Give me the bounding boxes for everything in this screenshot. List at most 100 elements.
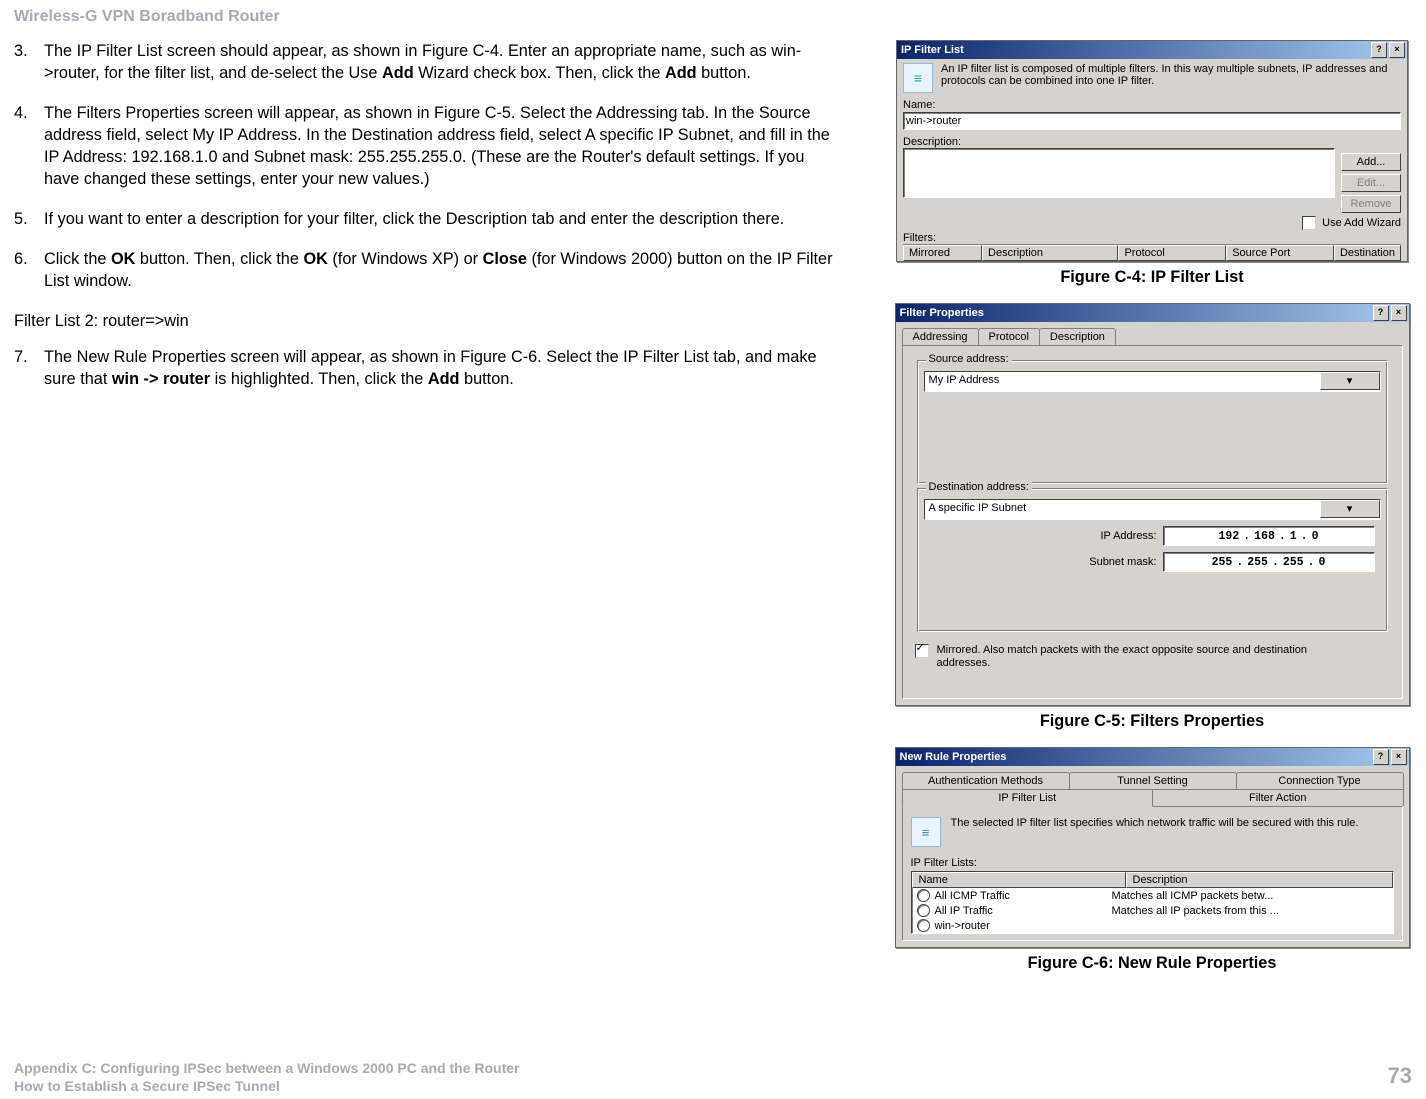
step7-c: button. — [460, 370, 514, 388]
source-address-value: My IP Address — [925, 372, 1320, 391]
filter-list-2-heading: Filter List 2: router=>win — [14, 310, 844, 332]
footer-text: Appendix C: Configuring IPSec between a … — [14, 1060, 520, 1095]
step3-text-b: Wizard check box. Then, click the — [414, 64, 665, 82]
use-add-wizard-checkbox[interactable] — [1302, 216, 1316, 230]
caption-c6: Figure C-6: New Rule Properties — [1028, 954, 1277, 973]
mask-octet-3: 255 — [1281, 556, 1306, 569]
page-number: 73 — [1388, 1063, 1412, 1089]
ip-filter-lists-label: IP Filter Lists: — [911, 857, 1394, 869]
fig-c5-title: Filter Properties — [900, 307, 984, 319]
step7-add: Add — [428, 370, 460, 388]
ip-filter-lists-table: Name Description All ICMP Traffic Matche… — [911, 871, 1394, 934]
row-0-name: All ICMP Traffic — [935, 890, 1010, 902]
tab-tunnel-setting[interactable]: Tunnel Setting — [1069, 772, 1237, 789]
subnet-mask-input[interactable]: 255. 255. 255. 0 — [1163, 552, 1375, 572]
row-0-desc: Matches all ICMP packets betw... — [1112, 890, 1393, 902]
step6-close: Close — [483, 250, 527, 268]
step6-ok-1: OK — [111, 250, 135, 268]
ip-address-label: IP Address: — [1100, 530, 1156, 542]
name-label: Name: — [903, 99, 1401, 111]
footer-line-1: Appendix C: Configuring IPSec between a … — [14, 1060, 520, 1078]
tab-ip-filter-list[interactable]: IP Filter List — [902, 789, 1154, 807]
chevron-down-icon[interactable]: ▾ — [1320, 372, 1380, 390]
figure-c5-window: Filter Properties ? × Addressing Protoco… — [895, 303, 1410, 706]
close-icon[interactable]: × — [1389, 42, 1405, 58]
running-header: Wireless-G VPN Boradband Router — [14, 8, 280, 26]
filter-name-input[interactable] — [903, 112, 1401, 130]
list-item[interactable]: All IP Traffic Matches all IP packets fr… — [912, 903, 1393, 918]
add-button[interactable]: Add... — [1341, 153, 1401, 171]
tab-connection-type[interactable]: Connection Type — [1236, 772, 1404, 789]
figure-c6-window: New Rule Properties ? × Authentication M… — [895, 747, 1410, 948]
step7-b: is highlighted. Then, click the — [210, 370, 428, 388]
use-add-wizard-label: Use Add Wizard — [1322, 217, 1401, 229]
filter-list-icon: ≡ — [903, 63, 933, 93]
row-1-desc: Matches all IP packets from this ... — [1112, 905, 1393, 917]
figures-column: IP Filter List ? × ≡ An IP filter list i… — [892, 40, 1412, 989]
row-2-name: win->router — [935, 920, 990, 932]
footer-line-2: How to Establish a Secure IPSec Tunnel — [14, 1078, 520, 1096]
row-1-name: All IP Traffic — [935, 905, 993, 917]
mirrored-label: Mirrored. Also match packets with the ex… — [937, 644, 1357, 670]
tab-protocol[interactable]: Protocol — [978, 328, 1040, 345]
ip-octet-2: 168 — [1252, 530, 1277, 543]
fig-c6-intro: The selected IP filter list specifies wh… — [951, 817, 1394, 829]
col-name[interactable]: Name — [912, 872, 1126, 888]
step6-b: button. Then, click the — [135, 250, 303, 268]
step6-a: Click the — [44, 250, 111, 268]
chevron-down-icon[interactable]: ▾ — [1320, 500, 1380, 518]
fig-c4-intro: An IP filter list is composed of multipl… — [941, 63, 1401, 87]
caption-c4: Figure C-4: IP Filter List — [1060, 268, 1243, 287]
help-button-icon[interactable]: ? — [1371, 42, 1387, 58]
filters-header-row: Mirrored Description Protocol Source Por… — [903, 244, 1401, 261]
step-4: The Filters Properties screen will appea… — [14, 102, 844, 190]
tab-auth-methods[interactable]: Authentication Methods — [902, 772, 1070, 789]
step6-c: (for Windows XP) or — [328, 250, 483, 268]
list-item[interactable]: win->router — [912, 918, 1393, 933]
fig-c4-titlebar: IP Filter List ? × — [897, 41, 1407, 59]
col-destination[interactable]: Destination — [1334, 245, 1401, 261]
col-source-port[interactable]: Source Port — [1226, 245, 1334, 261]
step3-text-c: button. — [697, 64, 751, 82]
source-address-dropdown[interactable]: My IP Address ▾ — [924, 371, 1381, 392]
step7-winrouter: win -> router — [112, 370, 210, 388]
help-button-icon[interactable]: ? — [1373, 749, 1389, 765]
step-5: If you want to enter a description for y… — [14, 208, 844, 230]
description-label: Description: — [903, 136, 1335, 148]
help-button-icon[interactable]: ? — [1373, 305, 1389, 321]
step3-add-2: Add — [665, 64, 697, 82]
ip-octet-3: 1 — [1288, 530, 1299, 543]
caption-c5: Figure C-5: Filters Properties — [1040, 712, 1264, 731]
fig-c6-title-controls: ? × — [1373, 749, 1407, 765]
remove-button[interactable]: Remove — [1341, 195, 1401, 213]
col-description[interactable]: Description — [1126, 872, 1393, 888]
ip-address-input[interactable]: 192. 168. 1. 0 — [1163, 526, 1375, 546]
list-item[interactable]: All ICMP Traffic Matches all ICMP packet… — [912, 888, 1393, 903]
close-icon[interactable]: × — [1391, 305, 1407, 321]
tab-filter-action[interactable]: Filter Action — [1152, 789, 1404, 806]
fig-c6-titlebar: New Rule Properties ? × — [896, 748, 1409, 766]
figure-c4-window: IP Filter List ? × ≡ An IP filter list i… — [896, 40, 1408, 262]
radio-icon[interactable] — [917, 904, 930, 917]
tab-addressing[interactable]: Addressing — [902, 328, 979, 345]
close-icon[interactable]: × — [1391, 749, 1407, 765]
ip-octet-1: 192 — [1217, 530, 1242, 543]
mirrored-checkbox[interactable] — [915, 644, 929, 658]
destination-address-dropdown[interactable]: A specific IP Subnet ▾ — [924, 499, 1381, 520]
destination-address-value: A specific IP Subnet — [925, 500, 1320, 519]
destination-address-label: Destination address: — [926, 481, 1032, 493]
step3-add-1: Add — [382, 64, 414, 82]
col-description[interactable]: Description — [982, 245, 1118, 261]
filters-label: Filters: — [903, 232, 1401, 244]
ip-octet-4: 0 — [1310, 530, 1321, 543]
radio-icon[interactable] — [917, 919, 930, 932]
edit-button[interactable]: Edit... — [1341, 174, 1401, 192]
radio-icon[interactable] — [917, 889, 930, 902]
col-mirrored[interactable]: Mirrored — [903, 245, 982, 261]
tab-description[interactable]: Description — [1039, 328, 1116, 345]
col-protocol[interactable]: Protocol — [1118, 245, 1226, 261]
fig-c4-title-controls: ? × — [1371, 42, 1405, 58]
description-textarea[interactable] — [903, 148, 1335, 198]
step6-ok-2: OK — [303, 250, 327, 268]
mask-octet-2: 255 — [1245, 556, 1270, 569]
